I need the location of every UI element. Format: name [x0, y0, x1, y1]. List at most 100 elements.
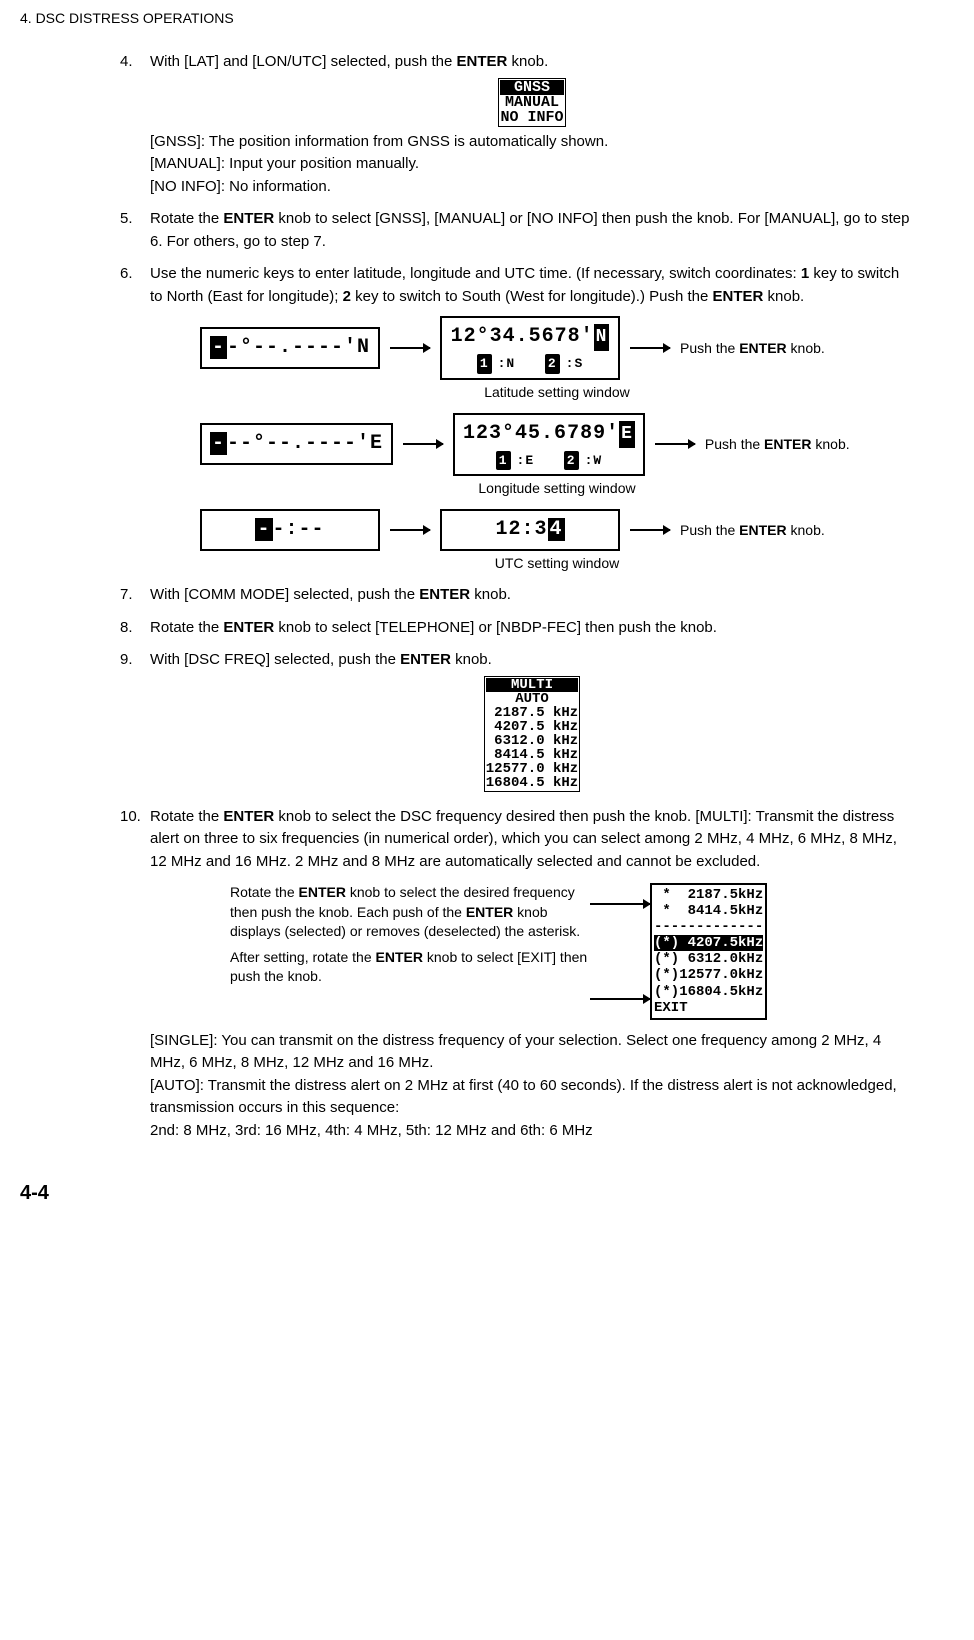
text: After setting, rotate the [230, 949, 376, 965]
text: knob. [812, 436, 850, 452]
step-number: 10. [120, 806, 141, 829]
lcd-line: MANUAL [500, 95, 563, 110]
lcd-multi-list: MULTI AUTO 2187.5 kHz 4207.5 kHz 6312.0 … [484, 676, 580, 792]
side-note: Push the ENTER knob. [680, 521, 830, 539]
step-text: With [LAT] and [LON/UTC] selected, push … [150, 53, 548, 70]
arrow-right-icon [390, 347, 430, 349]
bold: ENTER [466, 904, 513, 920]
text: knob. [763, 288, 804, 305]
arrow-right-icon [390, 529, 430, 531]
side-note: Push the ENTER knob. [705, 435, 855, 453]
lcd-line: (*)12577.0kHz [654, 967, 763, 983]
text: 2nd: 8 MHz, 3rd: 16 MHz, 4th: 4 MHz, 5th… [150, 1120, 914, 1143]
text: With [COMM MODE] selected, push the [150, 586, 419, 603]
text: [NO INFO]: No information. [150, 176, 914, 199]
text: [GNSS]: The position information from GN… [150, 131, 914, 154]
lcd-line: NO INFO [500, 110, 563, 125]
text: Rotate the [150, 619, 223, 636]
text: :S [566, 354, 584, 374]
bold: ENTER [419, 586, 470, 603]
arrow-right-icon [630, 347, 670, 349]
lcd-line: ------------- [654, 919, 763, 935]
multi-note-2: After setting, rotate the ENTER knob to … [230, 948, 590, 987]
text: :E [517, 451, 535, 471]
step-number: 4. [120, 51, 133, 74]
text: knob. [451, 651, 492, 668]
text: [MANUAL]: Input your position manually. [150, 153, 914, 176]
arrow-right-icon [655, 443, 695, 445]
section-header: 4. DSC DISTRESS OPERATIONS [20, 10, 944, 26]
bold: ENTER [400, 651, 451, 668]
bold: ENTER [376, 949, 423, 965]
text: knob. [470, 586, 511, 603]
lcd-line: GNSS [500, 80, 563, 95]
text: Push the [705, 436, 764, 452]
caption: Longitude setting window [200, 478, 914, 499]
bold: ENTER [223, 808, 274, 825]
bold: ENTER [739, 340, 786, 356]
caption: Latitude setting window [200, 382, 914, 403]
text: With [DSC FREQ] selected, push the [150, 651, 400, 668]
bold: ENTER [223, 210, 274, 227]
lcd-freq-select: * 2187.5kHz * 8414.5kHz-------------(*) … [650, 883, 767, 1020]
bold: ENTER [223, 619, 274, 636]
lcd-line: 4207.5 kHz [486, 720, 578, 734]
text: key to switch to South (West for longitu… [351, 288, 713, 305]
lcd-line: 8414.5 kHz [486, 748, 578, 762]
lon-value-lcd: 123°45.6789'E 1:E 2:W [453, 413, 645, 477]
gnss-desc: [GNSS]: The position information from GN… [150, 131, 914, 199]
dir-box: N [594, 324, 610, 351]
utc-blank-lcd: --:-- [200, 509, 380, 551]
text: Rotate the [150, 210, 223, 227]
lat-blank-lcd: --°--.----'N [200, 327, 380, 369]
step-7: 7. With [COMM MODE] selected, push the E… [120, 584, 914, 607]
text: knob to select [TELEPHONE] or [NBDP-FEC]… [274, 619, 717, 636]
bold: ENTER [764, 436, 811, 452]
lcd-line: 16804.5 kHz [486, 776, 578, 790]
step-4: 4. With [LAT] and [LON/UTC] selected, pu… [120, 51, 914, 198]
arrow-right-icon [403, 443, 443, 445]
lcd-line: (*)16804.5kHz [654, 984, 763, 1000]
key-icon: 2 [564, 451, 579, 471]
text: :N [498, 354, 516, 374]
text: knob. [787, 522, 825, 538]
step-number: 7. [120, 584, 133, 607]
bold: ENTER [299, 884, 346, 900]
text: With [LAT] and [LON/UTC] selected, push … [150, 53, 457, 70]
key-icon: 1 [496, 451, 511, 471]
lat-lon-utc-diagram: --°--.----'N 12°34.5678'N 1 :N 2 :S Push t… [200, 316, 914, 574]
text: knob. [507, 53, 548, 70]
lcd-line: MULTI [486, 678, 578, 692]
side-note: Push the ENTER knob. [680, 339, 830, 357]
step-9: 9. With [DSC FREQ] selected, push the EN… [120, 649, 914, 796]
lcd-line: (*) 6312.0kHz [654, 951, 763, 967]
arrow-right-icon [590, 903, 650, 905]
arrow-right-icon [590, 998, 650, 1000]
text: Push the [680, 340, 739, 356]
utc-value-lcd: 12:34 [440, 509, 620, 551]
step-number: 6. [120, 263, 133, 286]
key-icon: 1 [477, 354, 492, 374]
bold: 1 [801, 265, 809, 282]
bold: 2 [343, 288, 351, 305]
lon-blank-lcd: ---°--.----'E [200, 423, 393, 465]
lcd-line: * 2187.5kHz [654, 887, 763, 903]
text: -°--.----'N [227, 336, 370, 359]
bold: ENTER [713, 288, 764, 305]
page-number: 4-4 [20, 1182, 944, 1205]
step-6: 6. Use the numeric keys to enter latitud… [120, 263, 914, 574]
key-icon: 2 [545, 354, 560, 374]
multi-select-figure: Rotate the ENTER knob to select the desi… [230, 883, 914, 1020]
bold: ENTER [739, 522, 786, 538]
text: Push the [680, 522, 739, 538]
text: 123°45.6789' [463, 422, 619, 445]
arrow-right-icon [630, 529, 670, 531]
caption: UTC setting window [200, 553, 914, 574]
step-8: 8. Rotate the ENTER knob to select [TELE… [120, 617, 914, 640]
lcd-line: (*) 4207.5kHz [654, 935, 763, 951]
text: 12:3 [495, 518, 547, 541]
lat-value-lcd: 12°34.5678'N 1 :N 2 :S [440, 316, 620, 380]
text: 12°34.5678' [451, 325, 594, 348]
step-number: 5. [120, 208, 133, 231]
text: Use the numeric keys to enter latitude, … [150, 265, 801, 282]
